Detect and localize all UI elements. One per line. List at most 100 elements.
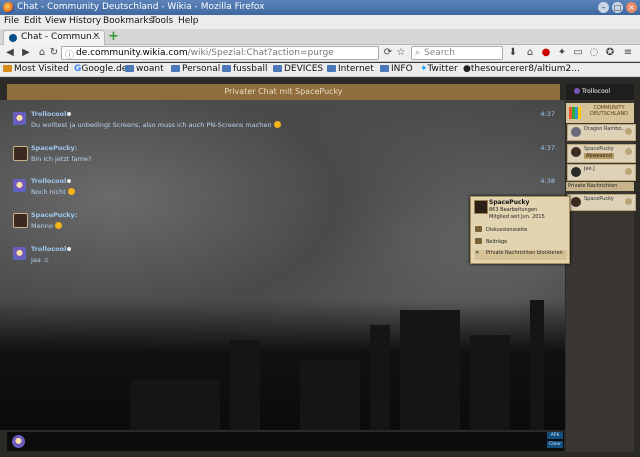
close-icon[interactable]: × bbox=[626, 2, 637, 13]
menu-item-contributions[interactable]: Beiträge bbox=[475, 238, 567, 248]
avatar[interactable] bbox=[13, 179, 26, 192]
afk-button[interactable]: AFK bbox=[547, 432, 563, 439]
message-user[interactable]: Trollocool bbox=[31, 110, 72, 118]
message-text: Noch nicht bbox=[31, 188, 75, 196]
menu-edit[interactable]: Edit bbox=[24, 16, 41, 26]
bookmarks-bar: Most Visited GGoogle.de woant Personal f… bbox=[0, 63, 640, 77]
current-user-header[interactable]: Trollocool bbox=[566, 84, 634, 100]
wiki-logo[interactable]: COMMUNITY DEUTSCHLAND bbox=[566, 103, 634, 123]
user-menu-icon[interactable] bbox=[625, 128, 632, 135]
avatar bbox=[571, 127, 581, 137]
message-user[interactable]: SpacePucky: bbox=[31, 211, 77, 219]
screenshot-icon[interactable]: ▭ bbox=[572, 46, 584, 60]
folder-icon bbox=[222, 65, 231, 72]
menu-view[interactable]: View bbox=[45, 16, 66, 26]
menu-history[interactable]: History bbox=[69, 16, 101, 26]
search-input[interactable]: ⌕ Search bbox=[411, 46, 503, 60]
bookmark-woant[interactable]: woant bbox=[125, 64, 164, 74]
maximize-icon[interactable]: □ bbox=[612, 2, 623, 13]
window-title-bar: Chat - Community Deutschland - Wikia - M… bbox=[0, 0, 640, 15]
avatar[interactable] bbox=[13, 112, 26, 125]
window-title: Chat - Community Deutschland - Wikia - M… bbox=[17, 2, 265, 12]
avatar bbox=[12, 435, 25, 448]
bookmark-star-icon[interactable]: ☆ bbox=[395, 46, 407, 60]
away-badge: Abwesend bbox=[584, 153, 614, 159]
menu-bookmarks[interactable]: Bookmarks bbox=[103, 16, 153, 26]
share-icon[interactable]: ◌ bbox=[588, 46, 600, 60]
bookmark-fussball[interactable]: fussball bbox=[222, 64, 267, 74]
chat-message: SpacePucky: Bin ich jetzt fame? 4:37 bbox=[13, 144, 563, 170]
bookmark-twitter[interactable]: ✦Twitter bbox=[420, 64, 458, 74]
tab-close-icon[interactable]: × bbox=[92, 31, 100, 41]
menu-item-block-private-messages[interactable]: ✕ Private Nachrichten blockieren bbox=[475, 250, 567, 260]
user-name: Jee J bbox=[584, 166, 595, 172]
block-icon: ✕ bbox=[475, 250, 480, 256]
bookmark-google[interactable]: GGoogle.de bbox=[74, 64, 127, 74]
user-menu-icon[interactable] bbox=[625, 168, 632, 175]
current-user-avatar bbox=[574, 88, 580, 94]
downloads-icon[interactable]: ⬇ bbox=[507, 46, 519, 60]
private-messages-header: Private Nachrichten bbox=[566, 182, 634, 191]
forward-icon[interactable]: ▶ bbox=[20, 46, 32, 60]
user-context-menu: SpacePucky 863 Bearbeitungen Mitglied se… bbox=[470, 196, 570, 264]
bookmark-internet[interactable]: Internet bbox=[327, 64, 374, 74]
addon-icon[interactable]: ✦ bbox=[556, 46, 568, 60]
clear-button[interactable]: Clear bbox=[547, 441, 563, 448]
message-time: 4:38 bbox=[540, 177, 555, 185]
url-domain: de.community.wikia.com bbox=[76, 48, 188, 58]
status-icon bbox=[67, 112, 72, 116]
bookmark-info[interactable]: INFO bbox=[380, 64, 413, 74]
back-icon[interactable]: ◀ bbox=[4, 46, 16, 60]
bookmark-github[interactable]: ●thesourcerer8/altium2... bbox=[463, 64, 580, 74]
github-icon: ● bbox=[463, 64, 471, 74]
private-user-item[interactable]: SpacePucky bbox=[567, 194, 636, 211]
url-path: /wiki/Spezial:Chat?action=purge bbox=[187, 48, 334, 58]
status-icon bbox=[67, 179, 72, 183]
user-list-item[interactable]: Dragon Rambo... bbox=[567, 124, 636, 141]
menu-tools[interactable]: Tools bbox=[151, 16, 173, 26]
folder-icon bbox=[380, 65, 389, 72]
avatar[interactable] bbox=[13, 213, 28, 228]
user-menu-icon[interactable] bbox=[625, 198, 632, 205]
tab-chat[interactable]: Chat - Commun... × bbox=[3, 30, 105, 45]
folder-icon bbox=[327, 65, 336, 72]
tab-label: Chat - Commun... bbox=[21, 32, 101, 42]
message-user[interactable]: SpacePucky: bbox=[31, 144, 77, 152]
home-button-icon[interactable]: ⌂ bbox=[524, 46, 536, 60]
menu-help[interactable]: Help bbox=[178, 16, 199, 26]
minimize-icon[interactable]: – bbox=[598, 2, 609, 13]
reload-page-icon[interactable]: ⟳ bbox=[382, 46, 394, 60]
extension-icon[interactable]: ✪ bbox=[604, 46, 616, 60]
message-user[interactable]: Trollocool bbox=[31, 245, 72, 253]
background-city-silhouette bbox=[0, 300, 565, 430]
hamburger-menu-icon[interactable]: ≡ bbox=[622, 46, 634, 60]
chat-message: Trollocool Du wolltest ja unbedingt Scre… bbox=[13, 110, 563, 136]
home-icon[interactable]: ⌂ bbox=[36, 46, 48, 60]
smiley-icon bbox=[273, 121, 281, 128]
message-input-bar bbox=[7, 431, 564, 451]
new-tab-icon[interactable]: + bbox=[108, 30, 120, 44]
message-text: Menno bbox=[31, 222, 62, 230]
user-list-item[interactable]: SpacePucky Abwesend bbox=[567, 144, 636, 163]
url-bar[interactable]: ⓘ de.community.wikia.com/wiki/Spezial:Ch… bbox=[61, 46, 379, 61]
bookmark-personal[interactable]: Personal bbox=[171, 64, 220, 74]
bookmark-devices[interactable]: DEVICES bbox=[273, 64, 323, 74]
popup-user-name: SpacePucky bbox=[489, 199, 530, 206]
reload-icon[interactable]: ↻ bbox=[48, 46, 60, 60]
avatar[interactable] bbox=[13, 146, 28, 161]
folder-icon bbox=[171, 65, 180, 72]
message-user[interactable]: Trollocool bbox=[31, 177, 72, 185]
adblock-icon[interactable]: ● bbox=[540, 46, 552, 60]
bookmark-star-icon bbox=[3, 65, 12, 72]
menu-file[interactable]: File bbox=[4, 16, 19, 26]
menu-bar: File Edit View History Bookmarks Tools H… bbox=[0, 15, 640, 29]
user-menu-icon[interactable] bbox=[625, 148, 632, 155]
avatar bbox=[474, 200, 488, 214]
avatar bbox=[571, 197, 581, 207]
user-list-item[interactable]: Jee J bbox=[567, 164, 636, 181]
menu-item-discussion-page[interactable]: Diskussionsseite bbox=[475, 226, 567, 236]
message-input[interactable] bbox=[31, 434, 536, 449]
avatar[interactable] bbox=[13, 247, 26, 260]
bookmark-most-visited[interactable]: Most Visited bbox=[3, 64, 69, 74]
site-info-icon[interactable]: ⓘ bbox=[65, 48, 74, 61]
